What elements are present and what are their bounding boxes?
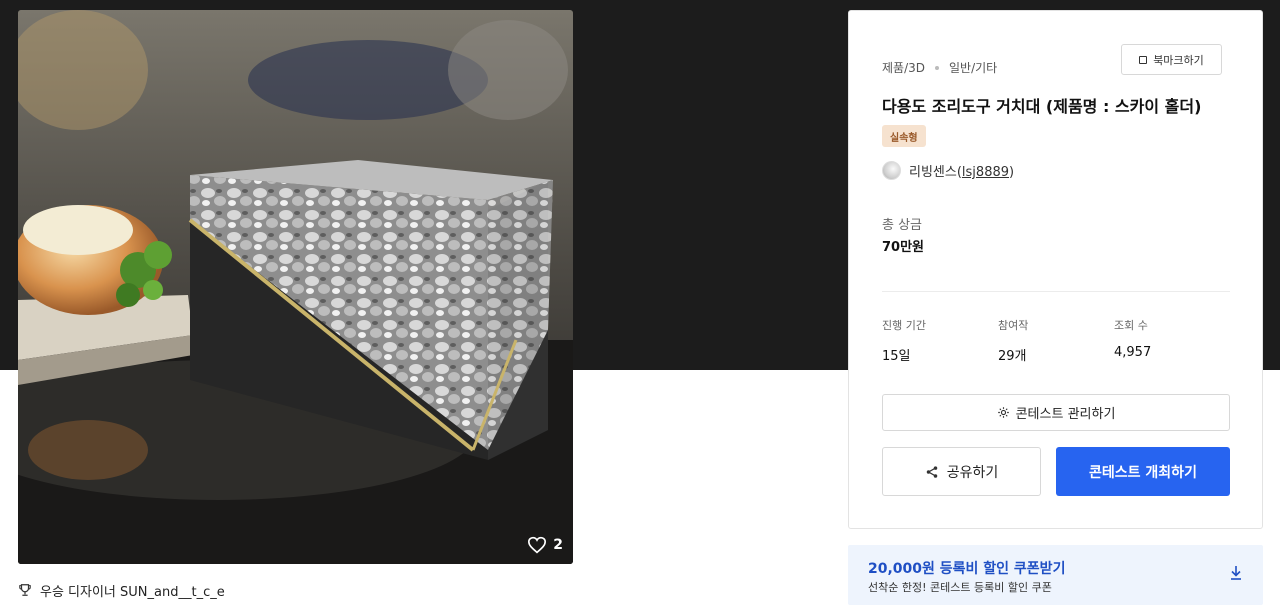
heart-icon [528,536,547,554]
divider [882,291,1230,292]
coupon-title: 20,000원 등록비 할인 쿠폰받기 [868,561,1066,577]
winner-label: 우승 디자이너 SUN_and__t_c_e [40,584,225,600]
host-name: 리빙센스 [909,165,957,180]
stat-label: 참여작 [998,319,1029,332]
share-icon [926,465,937,478]
breadcrumb-subcategory[interactable]: 일반/기타 [949,59,997,76]
host-id[interactable]: lsj8889 [962,165,1009,180]
like-count-value: 2 [553,537,563,553]
stat-views: 조회 수 4,957 [1114,317,1151,360]
host-contest-button[interactable]: 콘테스트 개최하기 [1056,447,1230,496]
manage-contest-button[interactable]: 콘테스트 관리하기 [882,394,1230,431]
stat-duration: 진행 기간 15일 [882,317,926,364]
contest-info-panel: 제품/3D 일반/기타 북마크하기 다용도 조리도구 거치대 (제품명 : 스카… [848,10,1263,529]
download-icon[interactable] [1229,565,1243,581]
trophy-icon [19,584,31,596]
breadcrumb-separator [935,65,939,70]
bookmark-button[interactable]: 북마크하기 [1121,44,1222,75]
contest-type-badge: 실속형 [882,125,926,147]
coupon-banner[interactable]: 20,000원 등록비 할인 쿠폰받기 선착순 한정! 콘테스트 등록비 할인 … [848,545,1263,605]
product-render [18,10,573,564]
like-count[interactable]: 2 [527,536,563,554]
stat-value: 15일 [882,349,911,364]
prize-value: 70만원 [882,240,925,255]
winner-designer: 우승 디자이너 SUN_and__t_c_e [18,580,225,600]
contest-title: 다용도 조리도구 거치대 (제품명 : 스카이 홀더) [882,97,1202,116]
stat-label: 진행 기간 [882,319,926,332]
gear-icon [997,407,1009,418]
prize-label: 총 상금 [882,218,923,233]
breadcrumb-category[interactable]: 제품/3D [882,59,925,76]
bookmark-icon [1139,55,1148,64]
bookmark-label: 북마크하기 [1153,53,1204,67]
stat-label: 조회 수 [1114,319,1148,332]
share-button[interactable]: 공유하기 [882,447,1041,496]
coupon-subtitle: 선착순 한정! 콘테스트 등록비 할인 쿠폰 [868,581,1052,594]
stat-value: 29개 [998,349,1027,364]
stat-entries: 참여작 29개 [998,317,1028,364]
winning-design-image[interactable]: 2 [18,10,573,564]
contest-host[interactable]: 리빙센스(lsj8889) [882,161,1014,180]
share-label: 공유하기 [946,464,999,481]
breadcrumb: 제품/3D 일반/기타 [882,59,997,76]
manage-contest-label: 콘테스트 관리하기 [1015,407,1116,422]
host-avatar [882,161,901,180]
stat-value: 4,957 [1114,345,1152,360]
